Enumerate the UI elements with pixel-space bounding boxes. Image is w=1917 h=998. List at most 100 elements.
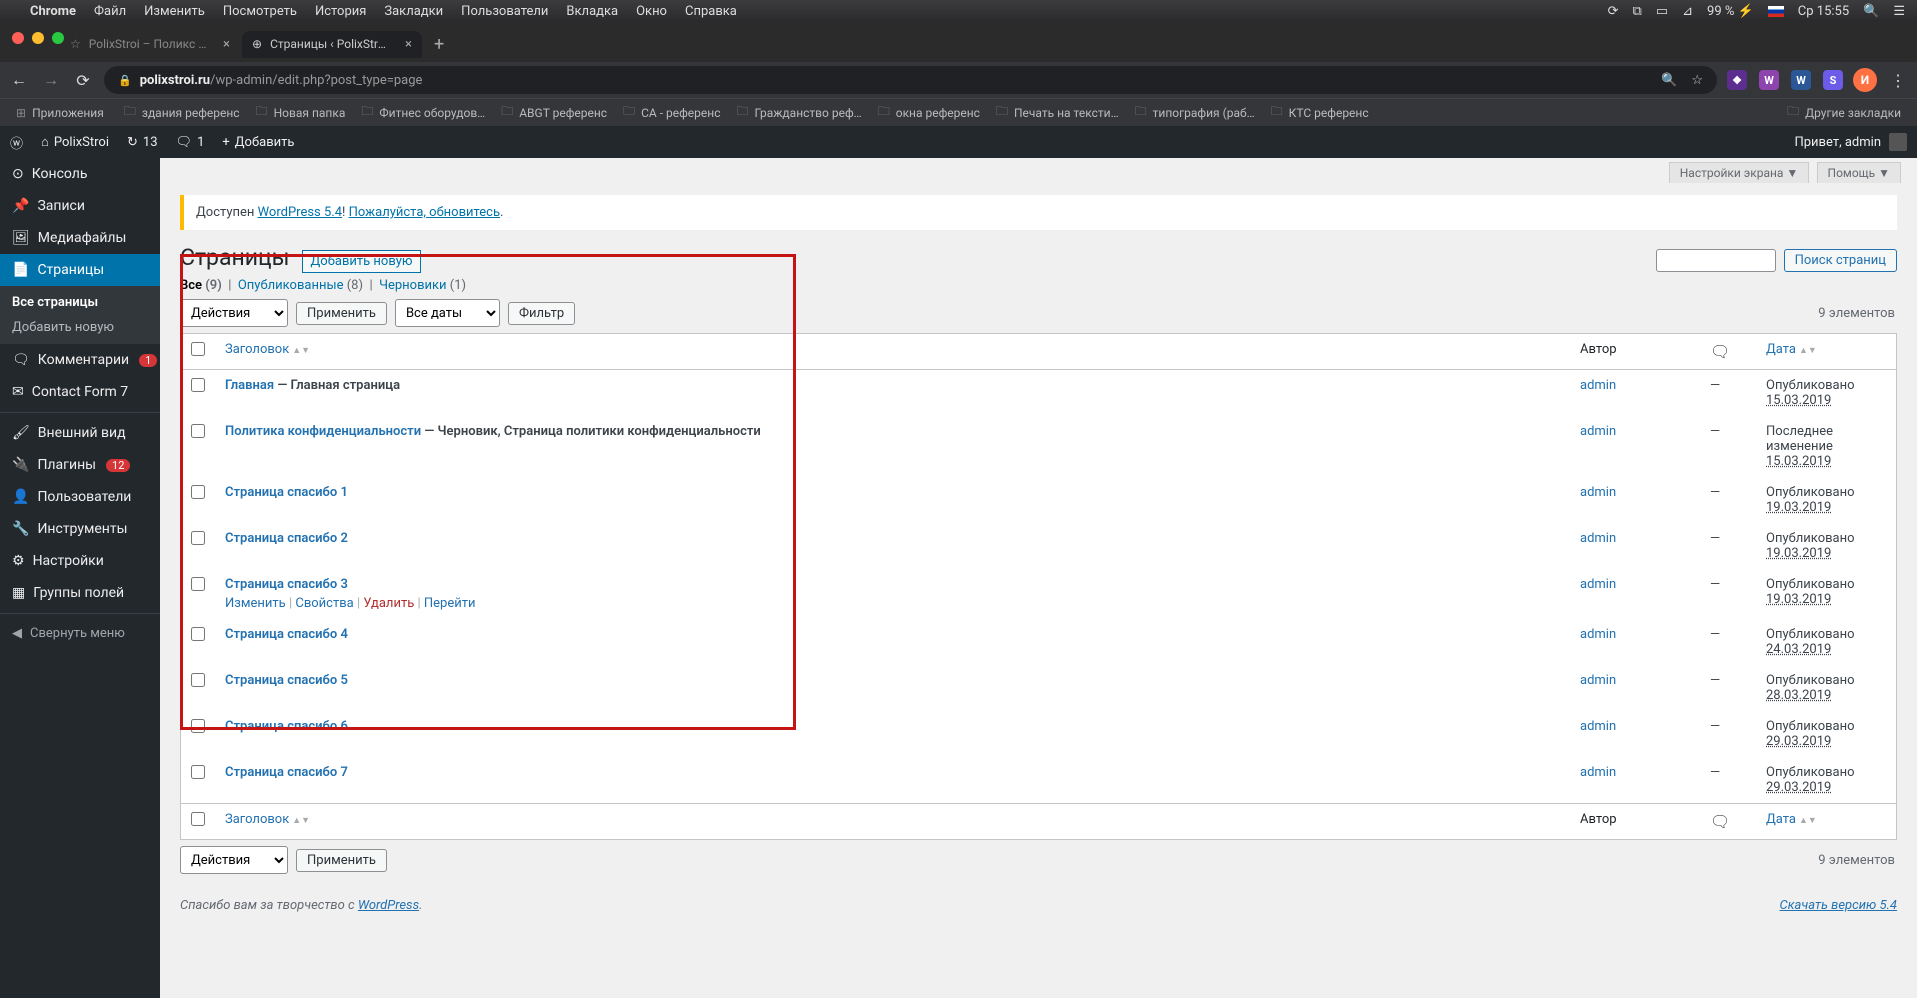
row-checkbox[interactable] <box>191 424 205 438</box>
wp-logo[interactable]: ⓦ <box>10 133 23 152</box>
macos-menu-item[interactable]: Изменить <box>144 4 205 19</box>
airplay-icon[interactable]: ▭ <box>1656 4 1668 19</box>
page-title-link[interactable]: Страница спасибо 2 <box>225 531 348 546</box>
forward-button[interactable]: → <box>40 70 62 90</box>
macos-menu-item[interactable]: Закладки <box>384 4 443 19</box>
page-title-link[interactable]: Страница спасибо 6 <box>225 719 348 734</box>
sidebar-item[interactable]: 📌 Записи <box>0 190 160 222</box>
view-link[interactable]: Перейти <box>424 596 476 611</box>
bookmark-item[interactable]: 🗀 Печать на тексти… <box>988 100 1127 125</box>
profile-avatar[interactable]: И <box>1853 68 1877 92</box>
search-pages-button[interactable]: Поиск страниц <box>1784 249 1897 272</box>
reload-button[interactable]: ⟳ <box>72 71 94 90</box>
row-checkbox[interactable] <box>191 719 205 733</box>
add-new-page-button[interactable]: Добавить новую <box>302 250 422 273</box>
author-link[interactable]: admin <box>1580 531 1616 546</box>
author-link[interactable]: admin <box>1580 765 1616 780</box>
greeting[interactable]: Привет, admin <box>1794 135 1881 150</box>
minimize-window-icon[interactable] <box>32 32 44 44</box>
select-all-checkbox[interactable] <box>191 342 205 356</box>
macos-menu-item[interactable]: Посмотреть <box>223 4 297 19</box>
filter-drafts[interactable]: Черновики <box>379 278 446 293</box>
row-checkbox[interactable] <box>191 673 205 687</box>
macos-menu-item[interactable]: Пользователи <box>461 4 548 19</box>
page-title-link[interactable]: Страница спасибо 3 <box>225 577 348 592</box>
screen-share-icon[interactable]: ⧉ <box>1633 4 1642 19</box>
page-title-link[interactable]: Страница спасибо 1 <box>225 485 348 500</box>
sidebar-item[interactable]: ▦ Группы полей <box>0 577 160 609</box>
wp-version-link[interactable]: WordPress 5.4 <box>258 205 342 220</box>
bookmark-item[interactable]: 🗀 ABGT референс <box>493 100 615 125</box>
wordpress-link[interactable]: WordPress <box>358 898 419 913</box>
row-checkbox[interactable] <box>191 531 205 545</box>
col-date[interactable]: Дата▲▼ <box>1756 334 1896 370</box>
extension-icon[interactable]: S <box>1823 70 1843 90</box>
author-link[interactable]: admin <box>1580 424 1616 439</box>
page-title-link[interactable]: Политика конфиденциальности <box>225 424 421 439</box>
filter-published[interactable]: Опубликованные <box>238 278 344 293</box>
comments-link[interactable]: 🗨 1 <box>176 135 205 150</box>
page-title-link[interactable]: Главная <box>225 378 274 393</box>
page-title-link[interactable]: Страница спасибо 5 <box>225 673 348 688</box>
address-bar[interactable]: 🔒 polixstroi.ru/wp-admin/edit.php?post_t… <box>104 66 1717 94</box>
col-comments-footer[interactable]: 🗨 <box>1700 803 1756 839</box>
star-icon[interactable]: ☆ <box>1691 73 1703 88</box>
author-link[interactable]: admin <box>1580 485 1616 500</box>
row-checkbox[interactable] <box>191 627 205 641</box>
filter-button[interactable]: Фильтр <box>508 302 575 325</box>
col-comments[interactable]: 🗨 <box>1700 334 1756 370</box>
close-tab-icon[interactable]: × <box>223 37 230 52</box>
sidebar-item[interactable]: 🖼 Медиафайлы <box>0 222 160 254</box>
page-title-link[interactable]: Страница спасибо 4 <box>225 627 348 642</box>
app-name[interactable]: Chrome <box>30 4 76 19</box>
author-link[interactable]: admin <box>1580 577 1616 592</box>
sidebar-item[interactable]: 👤 Пользователи <box>0 481 160 513</box>
macos-menu-item[interactable]: Файл <box>94 4 126 19</box>
search-icon[interactable]: 🔍 <box>1661 73 1677 88</box>
sidebar-item[interactable]: 🔌 Плагины12 <box>0 449 160 481</box>
sidebar-item[interactable]: 🖌 Внешний вид <box>0 417 160 449</box>
sidebar-subitem[interactable]: Все страницы <box>0 290 160 315</box>
extension-icon[interactable]: ❖ <box>1727 70 1747 90</box>
row-checkbox[interactable] <box>191 577 205 591</box>
edit-link[interactable]: Изменить <box>225 596 286 611</box>
close-tab-icon[interactable]: × <box>405 37 412 52</box>
page-title-link[interactable]: Страница спасибо 7 <box>225 765 348 780</box>
download-version-link[interactable]: Скачать версию 5.4 <box>1780 898 1897 913</box>
apply-bulk-button-bottom[interactable]: Применить <box>296 849 387 872</box>
macos-menu-item[interactable]: Окно <box>636 4 667 19</box>
search-pages-input[interactable] <box>1656 249 1776 272</box>
add-new-link[interactable]: + Добавить <box>222 135 294 150</box>
other-bookmarks[interactable]: 🗀 Другие закладки <box>1779 100 1909 125</box>
row-checkbox[interactable] <box>191 765 205 779</box>
spotlight-icon[interactable]: 🔍 <box>1863 4 1879 19</box>
trash-link[interactable]: Удалить <box>363 596 414 611</box>
collapse-menu[interactable]: ◀ Свернуть меню <box>0 618 160 649</box>
bookmark-item[interactable]: 🗀 окна референс <box>870 100 988 125</box>
bookmark-item[interactable]: 🗀 Гражданство реф… <box>728 100 869 125</box>
col-author-footer[interactable]: Автор <box>1570 803 1700 839</box>
extension-icon[interactable]: W <box>1759 70 1779 90</box>
bookmark-item[interactable]: 🗀 Новая папка <box>248 100 354 125</box>
sidebar-item[interactable]: 🗨 Комментарии1 <box>0 344 160 376</box>
col-title-footer[interactable]: Заголовок▲▼ <box>215 803 1570 839</box>
row-checkbox[interactable] <box>191 378 205 392</box>
bookmark-item[interactable]: 🗀 Фитнес оборудов… <box>353 100 493 125</box>
select-all-checkbox-footer[interactable] <box>191 812 205 826</box>
flag-icon[interactable] <box>1768 6 1784 17</box>
sidebar-item[interactable]: ✉ Contact Form 7 <box>0 376 160 408</box>
quick-edit-link[interactable]: Свойства <box>295 596 353 611</box>
update-link[interactable]: Пожалуйста, обновитесь <box>349 205 500 220</box>
bulk-actions-select-bottom[interactable]: Действия <box>180 846 288 874</box>
row-checkbox[interactable] <box>191 485 205 499</box>
browser-tab[interactable]: ☆ PolixStroi – Поликс Строй – с… × <box>60 31 240 58</box>
author-link[interactable]: admin <box>1580 627 1616 642</box>
sidebar-subitem[interactable]: Добавить новую <box>0 315 160 340</box>
clock[interactable]: Ср 15:55 <box>1798 4 1849 19</box>
bookmark-item[interactable]: 🗀 здания референс <box>116 100 248 125</box>
bookmark-item[interactable]: 🗀 КТС референс <box>1263 100 1377 125</box>
bulk-actions-select[interactable]: Действия <box>180 299 288 327</box>
close-window-icon[interactable] <box>12 32 24 44</box>
sidebar-item[interactable]: 🔧 Инструменты <box>0 513 160 545</box>
browser-tab[interactable]: ⊕ Страницы ‹ PolixStroi — Word… × <box>242 31 422 58</box>
